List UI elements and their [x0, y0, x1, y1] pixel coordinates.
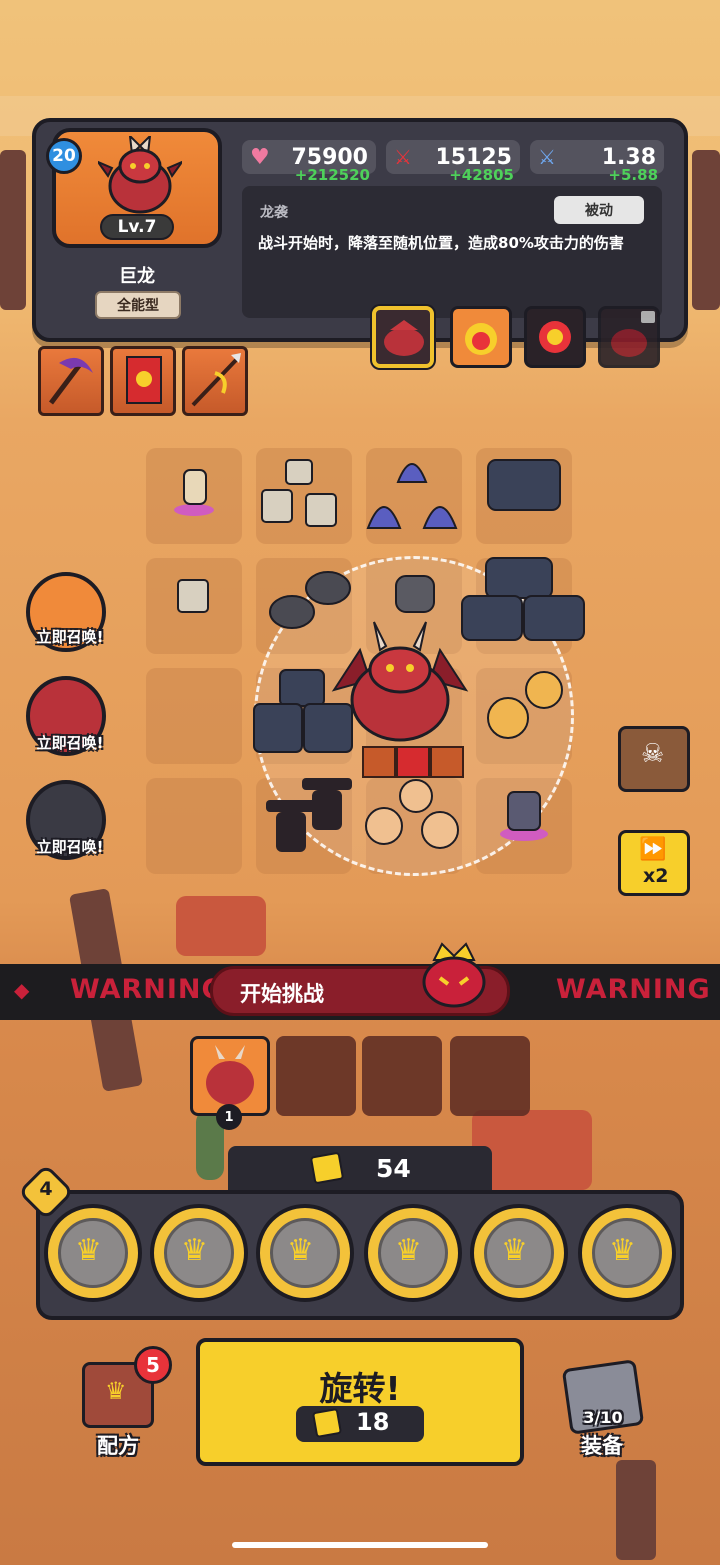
unit-ghost-group-icon[interactable]	[366, 446, 462, 536]
coin-icon	[311, 1407, 343, 1439]
equipment-count: 3/10	[583, 1408, 623, 1427]
fast-forward-icon: ⏩	[639, 837, 667, 862]
roll-slot[interactable]: ♛	[150, 1204, 248, 1302]
heart-icon: ♥	[250, 144, 270, 170]
queue-slot-empty[interactable]	[450, 1036, 530, 1116]
hp-stat: ♥ 75900 +212520	[242, 140, 376, 184]
boss-crown-icon	[422, 942, 486, 1008]
unit-cowboy-group-icon[interactable]	[258, 764, 368, 860]
mini-spear-icon	[430, 746, 464, 778]
skill-description: 战斗开始时，降落至随机位置，造成80%攻击力的伤害	[258, 234, 624, 252]
skill-locked-icon[interactable]	[598, 306, 660, 368]
coin-icon	[309, 1151, 345, 1185]
skill-fire-icon[interactable]	[450, 306, 512, 368]
warning-text-right: WARNING	[556, 974, 711, 1005]
equipment-label[interactable]: 装备	[566, 1430, 638, 1460]
background-tree	[692, 150, 720, 310]
equipped-scythe-icon[interactable]	[38, 346, 104, 416]
unit-type: 全能型	[95, 291, 181, 319]
unit-robot-group-icon[interactable]	[256, 450, 352, 540]
coin-count: 54	[376, 1154, 411, 1183]
queue-slot-empty[interactable]	[276, 1036, 356, 1116]
unit-gunner-icon[interactable]	[490, 780, 558, 846]
skull-icon: ☠	[641, 739, 665, 769]
crown-icon: ♛	[75, 1233, 102, 1268]
spin-label: 旋转!	[319, 1369, 401, 1408]
equipped-banner-icon[interactable]	[110, 346, 176, 416]
dragon-equipment-row	[362, 746, 468, 778]
attack-speed-icon: ⚔	[538, 145, 556, 169]
roll-slot[interactable]: ♛	[44, 1204, 142, 1302]
start-challenge-label: 开始挑战	[240, 982, 324, 1006]
mini-banner-icon	[396, 746, 430, 778]
equipped-spear-icon[interactable]	[182, 346, 248, 416]
home-indicator[interactable]	[232, 1542, 488, 1548]
unit-tiger-group-icon[interactable]	[478, 668, 578, 748]
skill-type-tag: 被动	[554, 196, 644, 224]
diamond-icon: ◆	[14, 978, 30, 1002]
summon-dragon-label: 立即召唤!	[36, 734, 104, 752]
unit-name: 巨龙	[119, 266, 155, 287]
roll-slot[interactable]: ♛	[578, 1204, 676, 1302]
crown-icon: ♛	[105, 1377, 127, 1405]
unit-archer-icon[interactable]	[166, 456, 222, 520]
roll-slot[interactable]: ♛	[364, 1204, 462, 1302]
speed-toggle-button[interactable]: ⏩ x2	[618, 830, 690, 896]
unit-level: Lv.7	[100, 214, 174, 240]
queue-count-badge: 1	[216, 1104, 242, 1130]
recipe-badge: 5	[134, 1346, 172, 1384]
summon-ninja-label: 立即召唤!	[36, 838, 104, 856]
level-badge: 20	[46, 138, 82, 174]
speed-stat: ⚔ 1.38 +5.88	[530, 140, 664, 184]
grid-cell[interactable]	[146, 668, 242, 764]
crown-icon: ♛	[287, 1233, 314, 1268]
coin-bar	[228, 1146, 492, 1192]
roll-slot[interactable]: ♛	[470, 1204, 568, 1302]
background-rock	[176, 896, 266, 956]
skill-explosion-icon[interactable]	[524, 306, 586, 368]
sword-icon: ⚔	[394, 145, 412, 169]
skill-dragon-strike-icon[interactable]	[372, 306, 434, 368]
dragon-icon	[98, 136, 182, 214]
unit-robot-icon[interactable]	[168, 570, 220, 626]
roll-slot[interactable]: ♛	[256, 1204, 354, 1302]
skill-name: 龙袭	[260, 205, 288, 221]
hp-bonus: +212520	[294, 166, 370, 184]
attack-bonus: +42805	[449, 166, 514, 184]
crown-icon: ♛	[501, 1233, 528, 1268]
summon-knight-label: 立即召唤!	[36, 628, 104, 646]
slot-count: 4	[39, 1178, 53, 1200]
recipe-label[interactable]: 配方	[82, 1430, 154, 1460]
queue-slot-empty[interactable]	[362, 1036, 442, 1116]
grid-cell[interactable]	[146, 778, 242, 874]
spin-cost: 18	[356, 1408, 390, 1436]
crown-icon: ♛	[181, 1233, 208, 1268]
boss-location-button[interactable]: ☠	[618, 726, 690, 792]
unit-cannon-group-icon[interactable]	[250, 664, 360, 760]
speed-multiplier: x2	[643, 865, 669, 887]
dragon-icon	[206, 1045, 254, 1105]
background-tree	[0, 150, 26, 310]
unit-drone-icon[interactable]	[390, 560, 440, 620]
background-tree	[616, 1460, 656, 1560]
warning-text-left: WARNING	[70, 974, 225, 1005]
attack-stat: ⚔ 15125 +42805	[386, 140, 520, 184]
unit-elf-group-icon[interactable]	[360, 776, 470, 866]
unit-tank-group-icon[interactable]	[460, 552, 586, 652]
crown-icon: ♛	[395, 1233, 422, 1268]
crown-icon: ♛	[609, 1233, 636, 1268]
speed-bonus: +5.88	[608, 166, 658, 184]
unit-tank-icon[interactable]	[480, 450, 568, 522]
